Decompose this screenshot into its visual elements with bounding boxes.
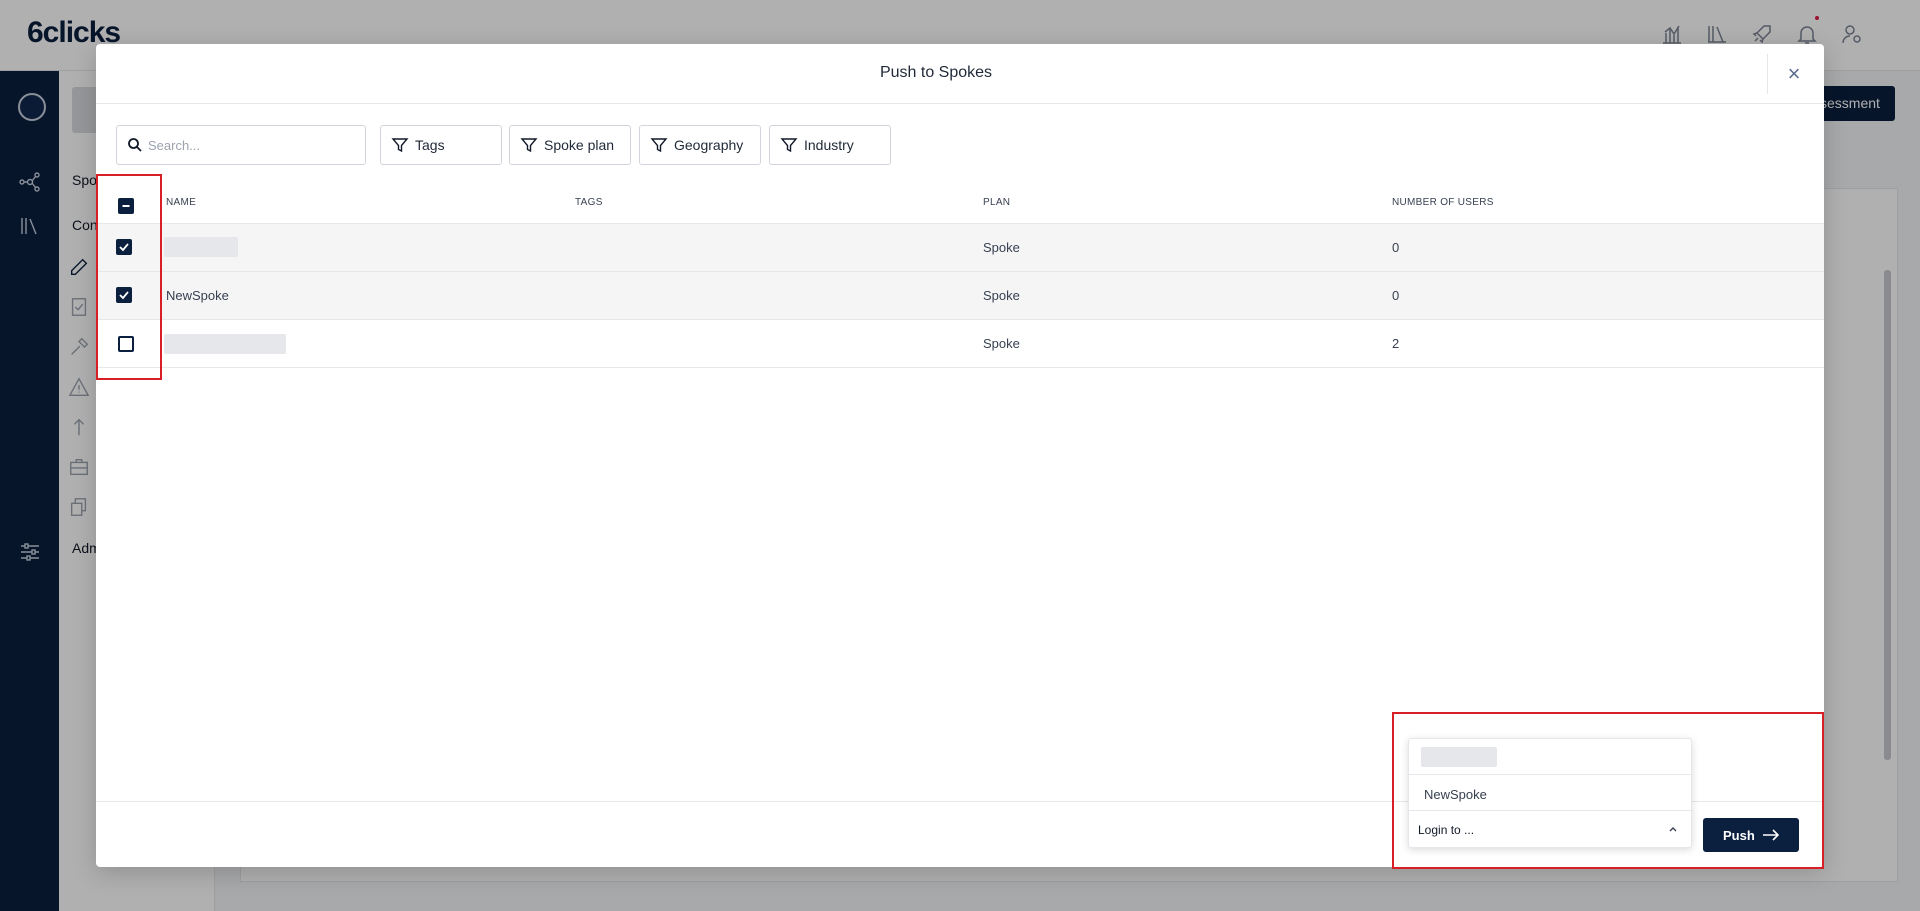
table-row[interactable]: Spoke 2 <box>96 320 1824 368</box>
dropdown-option[interactable]: NewSpoke <box>1409 775 1693 811</box>
header-divider <box>1767 54 1768 94</box>
search-input[interactable] <box>148 135 353 155</box>
modal-header: Push to Spokes × <box>96 44 1824 104</box>
chevron-up-icon <box>1669 827 1677 832</box>
search-box[interactable] <box>116 125 366 165</box>
modal-title: Push to Spokes <box>879 64 993 81</box>
search-icon <box>128 138 142 152</box>
filter-label: Geography <box>674 137 744 153</box>
redacted-name <box>164 237 238 257</box>
select-all-checkbox[interactable] <box>118 198 134 214</box>
table-header: NAME TAGS PLAN NUMBER OF USERS <box>96 184 1824 224</box>
close-button[interactable]: × <box>1778 58 1810 90</box>
filter-geography[interactable]: Geography <box>639 125 761 165</box>
row-checkbox[interactable] <box>116 287 132 303</box>
login-select-label: Login to ... <box>1418 823 1475 837</box>
row-checkbox[interactable] <box>118 336 134 352</box>
column-header-name[interactable]: NAME <box>166 197 196 208</box>
row-plan: Spoke <box>983 240 1020 255</box>
push-label: Push <box>1723 828 1755 843</box>
filter-icon <box>391 138 409 153</box>
row-plan: Spoke <box>983 336 1020 351</box>
row-plan: Spoke <box>983 288 1020 303</box>
filter-tags[interactable]: Tags <box>380 125 502 165</box>
row-users: 0 <box>1392 240 1400 255</box>
redacted-option <box>1421 747 1497 767</box>
table-row[interactable]: Spoke 0 <box>96 224 1824 272</box>
dropdown-option[interactable] <box>1409 739 1693 775</box>
table-row[interactable]: NewSpoke Spoke 0 <box>96 272 1824 320</box>
arrow-right-icon <box>1763 829 1780 841</box>
row-users: 0 <box>1392 288 1400 303</box>
filter-label: Tags <box>415 137 445 153</box>
login-dropdown: NewSpoke Login to ... <box>1408 738 1693 849</box>
redacted-name <box>164 334 286 354</box>
filter-label: Spoke plan <box>544 137 615 153</box>
login-select[interactable]: Login to ... <box>1409 811 1693 849</box>
column-header-tags[interactable]: TAGS <box>575 197 603 208</box>
filter-spoke-plan[interactable]: Spoke plan <box>509 125 631 165</box>
column-header-users[interactable]: NUMBER OF USERS <box>1392 197 1494 208</box>
filter-label: Industry <box>804 137 854 153</box>
push-button[interactable]: Push <box>1703 818 1799 852</box>
filter-icon <box>650 138 668 153</box>
option-label: NewSpoke <box>1424 787 1487 802</box>
row-checkbox[interactable] <box>116 239 132 255</box>
filter-industry[interactable]: Industry <box>769 125 891 165</box>
row-name: NewSpoke <box>166 288 229 303</box>
filter-icon <box>520 138 538 153</box>
row-users: 2 <box>1392 336 1400 351</box>
column-header-plan[interactable]: PLAN <box>983 197 1010 208</box>
filter-icon <box>780 138 798 153</box>
push-to-spokes-modal: Push to Spokes × Tags Spoke plan Geograp… <box>96 44 1824 869</box>
